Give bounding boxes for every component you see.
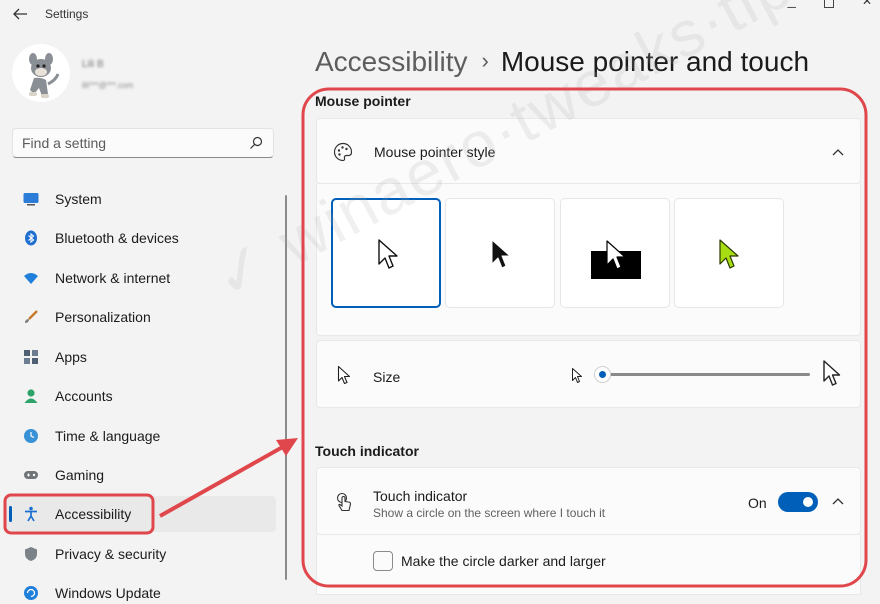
palette-icon — [333, 142, 353, 162]
back-arrow-icon[interactable] — [11, 6, 29, 22]
network-icon — [24, 273, 38, 284]
pointer-icon — [337, 365, 351, 385]
pointer-size-title: Size — [373, 369, 401, 385]
small-pointer-icon — [572, 368, 582, 383]
sidebar-item-privacy-security[interactable]: Privacy & security — [6, 536, 276, 572]
sidebar-item-label: Privacy & security — [55, 546, 167, 562]
chevron-up-icon[interactable] — [832, 497, 844, 505]
pointer-style-inverted[interactable] — [560, 198, 670, 308]
sidebar-item-label: Accounts — [55, 388, 113, 404]
accounts-icon — [24, 389, 38, 403]
sidebar-item-accessibility[interactable]: Accessibility — [6, 496, 276, 532]
search-icon[interactable] — [249, 136, 263, 150]
user-name: Lili B — [82, 59, 104, 70]
white-pointer-icon — [378, 239, 398, 269]
darker-circle-checkbox[interactable] — [373, 551, 393, 571]
touch-indicator-description: Show a circle on the screen where I touc… — [373, 506, 606, 520]
sidebar-item-apps[interactable]: Apps — [6, 339, 276, 375]
sidebar-item-windows-update[interactable]: Windows Update — [6, 575, 276, 604]
sidebar-item-time-language[interactable]: Time & language — [6, 418, 276, 454]
search-box[interactable] — [12, 128, 274, 158]
sidebar-item-label: Bluetooth & devices — [55, 230, 179, 246]
touch-indicator-toggle[interactable] — [778, 492, 818, 512]
bluetooth-icon — [25, 230, 37, 246]
selection-indicator — [9, 506, 12, 522]
sidebar-item-gaming[interactable]: Gaming — [6, 457, 276, 493]
large-pointer-icon — [823, 360, 841, 386]
breadcrumb-parent[interactable]: Accessibility — [315, 46, 467, 77]
globe-clock-icon — [24, 429, 38, 443]
sidebar-item-label: Windows Update — [55, 585, 161, 601]
custom-color-pointer-icon — [719, 239, 739, 269]
sidebar-item-label: Time & language — [55, 428, 161, 444]
touch-icon — [336, 492, 352, 512]
pointer-style-custom[interactable] — [674, 198, 784, 308]
sidebar-item-system[interactable]: System — [6, 181, 276, 217]
window-title: Settings — [45, 7, 89, 21]
apps-icon — [24, 350, 38, 364]
sidebar-item-accounts[interactable]: Accounts — [6, 378, 276, 414]
sidebar-item-label: Gaming — [55, 467, 105, 483]
cartoon-cat-icon — [29, 53, 60, 98]
darker-circle-label: Make the circle darker and larger — [401, 553, 606, 569]
pointer-style-black[interactable] — [445, 198, 555, 308]
breadcrumb-separator: › — [481, 48, 489, 73]
section-title-touch-indicator: Touch indicator — [315, 443, 419, 459]
sidebar-item-label: Accessibility — [55, 506, 132, 522]
close-button[interactable]: ✕ — [862, 0, 872, 7]
sidebar-item-label: Personalization — [55, 309, 151, 325]
update-icon — [24, 586, 38, 600]
gamepad-icon — [24, 471, 38, 479]
touch-indicator-options: Make the circle darker and larger — [316, 535, 861, 595]
system-icon — [23, 193, 39, 206]
section-title-mouse-pointer: Mouse pointer — [315, 93, 411, 109]
pointer-size-slider-track[interactable] — [602, 373, 810, 376]
toggle-state-label: On — [748, 495, 767, 511]
chevron-up-icon[interactable] — [832, 148, 844, 156]
inverted-pointer-icon — [591, 240, 641, 279]
sidebar-item-label: Network & internet — [55, 270, 171, 286]
user-email: lili***@***.com — [82, 81, 134, 90]
sidebar-item-label: System — [55, 191, 102, 207]
search-input[interactable] — [22, 134, 242, 152]
avatar[interactable] — [12, 44, 70, 102]
accessibility-icon — [25, 506, 37, 522]
black-pointer-icon — [491, 239, 511, 269]
touch-indicator-title: Touch indicator — [373, 488, 468, 504]
sidebar-item-label: Apps — [55, 349, 87, 365]
shield-icon — [25, 547, 37, 561]
brush-icon — [25, 310, 38, 323]
pointer-size-slider-thumb[interactable] — [594, 366, 611, 383]
